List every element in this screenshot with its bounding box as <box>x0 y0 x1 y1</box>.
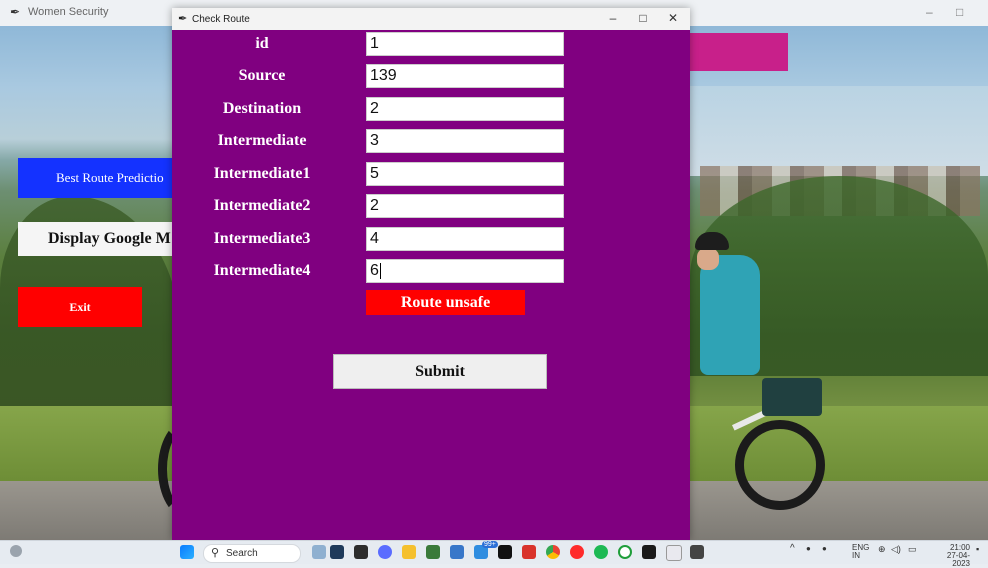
intermediate-input[interactable]: 3 <box>366 129 564 153</box>
pink-banner <box>690 33 788 71</box>
maximize-button[interactable]: □ <box>956 5 963 19</box>
intermediate2-label: Intermediate2 <box>213 197 311 214</box>
app-icon[interactable] <box>666 545 682 561</box>
spotify-icon[interactable] <box>594 545 608 559</box>
id-input[interactable]: 1 <box>366 32 564 56</box>
app-icon[interactable] <box>498 545 512 559</box>
dialog-titlebar: ✒ Check Route – □ ✕ <box>172 8 690 30</box>
dialog-title: Check Route <box>192 14 250 25</box>
feather-icon: ✒ <box>10 5 21 19</box>
region-label: IN <box>852 551 860 560</box>
task-view-icon[interactable] <box>330 545 344 559</box>
intermediate1-input[interactable]: 5 <box>366 162 564 186</box>
bike-rear-wheel <box>735 420 825 510</box>
destination-input[interactable]: 2 <box>366 97 564 121</box>
start-icon[interactable] <box>180 545 194 559</box>
taskbar: ⚲ Search 99+ ^ ● ● ENG IN ⊕ ◁) ▭ 21:00 27-… <box>0 540 988 568</box>
exit-button[interactable]: Exit <box>18 287 142 327</box>
display-google-map-button[interactable]: Display Google M <box>18 222 174 256</box>
app-icon[interactable] <box>354 545 368 559</box>
intermediate2-input[interactable]: 2 <box>366 194 564 218</box>
check-route-dialog: ✒ Check Route – □ ✕ id 1 Source 139 Dest… <box>172 8 690 540</box>
intermediate3-input[interactable]: 4 <box>366 227 564 251</box>
dialog-minimize-button[interactable]: – <box>598 11 628 27</box>
wps-icon[interactable] <box>522 545 536 559</box>
tray-icon[interactable]: ● <box>806 545 811 553</box>
id-label: id <box>255 35 269 52</box>
tray-icon[interactable]: ● <box>822 545 827 553</box>
date-label: 27-04-2023 <box>946 551 970 568</box>
app-icon[interactable] <box>618 545 632 559</box>
main-window-title: Women Security <box>28 6 109 18</box>
intermediate3-label: Intermediate3 <box>213 230 311 247</box>
best-route-prediction-button[interactable]: Best Route Predictio <box>18 158 174 198</box>
submit-button[interactable]: Submit <box>333 354 547 389</box>
weather-icon[interactable] <box>10 545 22 557</box>
intermediate4-value: 6 <box>370 262 379 279</box>
bike-basket <box>762 378 822 416</box>
rider-face <box>697 248 719 270</box>
opera-icon[interactable] <box>570 545 584 559</box>
feather-icon: ✒ <box>178 13 188 25</box>
widgets-icon[interactable] <box>312 545 326 559</box>
store-icon[interactable] <box>450 545 464 559</box>
clock[interactable]: 21:00 27-04-2023 <box>930 544 970 568</box>
minimize-button[interactable]: – <box>926 5 933 19</box>
volume-icon[interactable]: ◁) <box>891 545 901 554</box>
taskbar-search[interactable]: ⚲ Search <box>203 544 301 563</box>
chrome-icon[interactable] <box>546 545 560 559</box>
search-icon: ⚲ <box>211 547 220 559</box>
rider-body <box>700 255 760 375</box>
lake-scenery <box>690 86 988 176</box>
file-explorer-icon[interactable] <box>402 545 416 559</box>
helmet <box>695 232 729 250</box>
intermediate4-label: Intermediate4 <box>213 262 311 279</box>
dialog-maximize-button[interactable]: □ <box>628 11 658 27</box>
chat-icon[interactable] <box>378 545 392 559</box>
python-icon[interactable] <box>690 545 704 559</box>
source-input[interactable]: 139 <box>366 64 564 88</box>
terminal-icon[interactable] <box>642 545 656 559</box>
notification-badge: 99+ <box>482 541 498 548</box>
app-icon[interactable] <box>426 545 440 559</box>
dialog-close-button[interactable]: ✕ <box>658 11 688 27</box>
intermediate1-label: Intermediate1 <box>213 165 311 182</box>
route-result-label: Route unsafe <box>366 290 525 315</box>
chevron-up-icon[interactable]: ^ <box>790 544 795 554</box>
destination-label: Destination <box>222 100 302 117</box>
source-label: Source <box>238 67 286 84</box>
intermediate4-input[interactable]: 6 <box>366 259 564 283</box>
language-indicator[interactable]: ENG IN <box>852 544 869 560</box>
battery-icon[interactable]: ▭ <box>908 545 917 554</box>
text-caret <box>379 262 381 279</box>
network-icon[interactable]: ⊕ <box>878 545 886 554</box>
intermediate-label: Intermediate <box>217 132 307 149</box>
notification-icon[interactable]: ▪ <box>976 545 979 554</box>
search-label: Search <box>226 548 258 559</box>
